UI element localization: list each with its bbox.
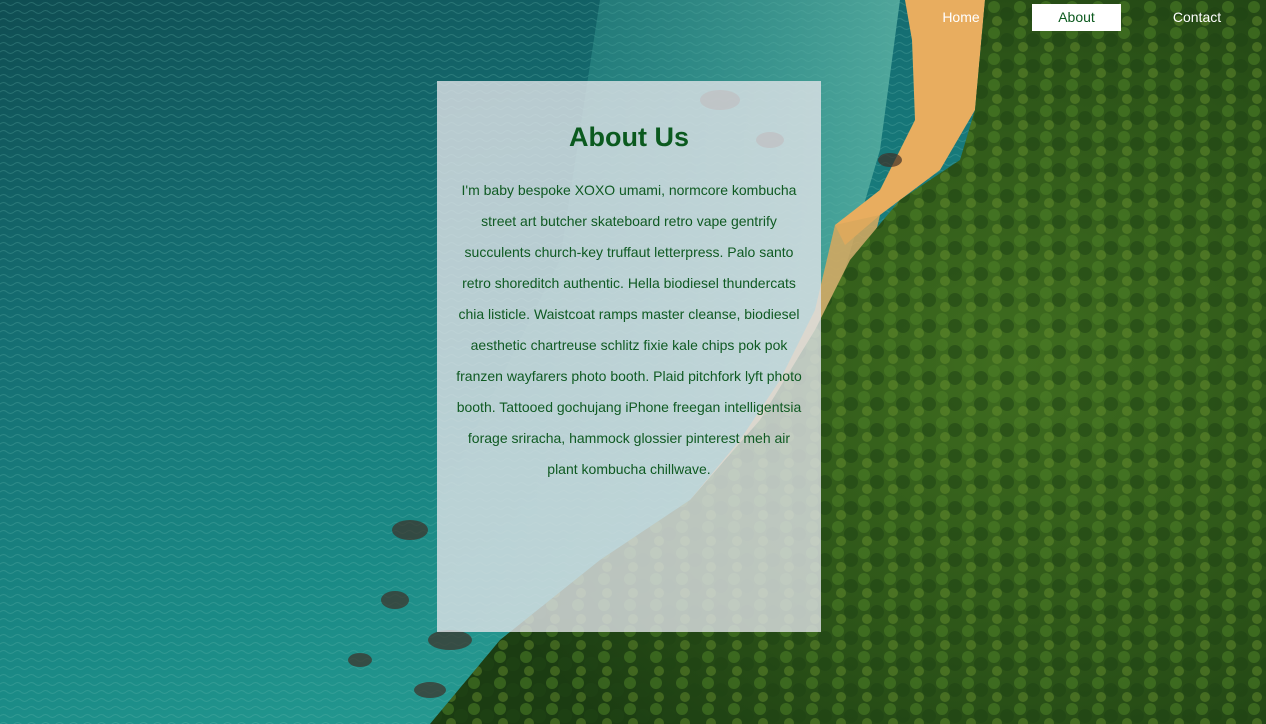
nav-link-home[interactable]: Home bbox=[931, 4, 991, 31]
top-navigation: Home About Contact bbox=[0, 0, 1266, 34]
about-title: About Us bbox=[569, 122, 689, 152]
about-body-text: I'm baby bespoke XOXO umami, normcore ko… bbox=[456, 182, 802, 477]
nav-link-contact[interactable]: Contact bbox=[1160, 4, 1234, 31]
nav-link-about[interactable]: About bbox=[1032, 4, 1121, 31]
about-card: About Us I'm baby bespoke XOXO umami, no… bbox=[437, 81, 821, 632]
